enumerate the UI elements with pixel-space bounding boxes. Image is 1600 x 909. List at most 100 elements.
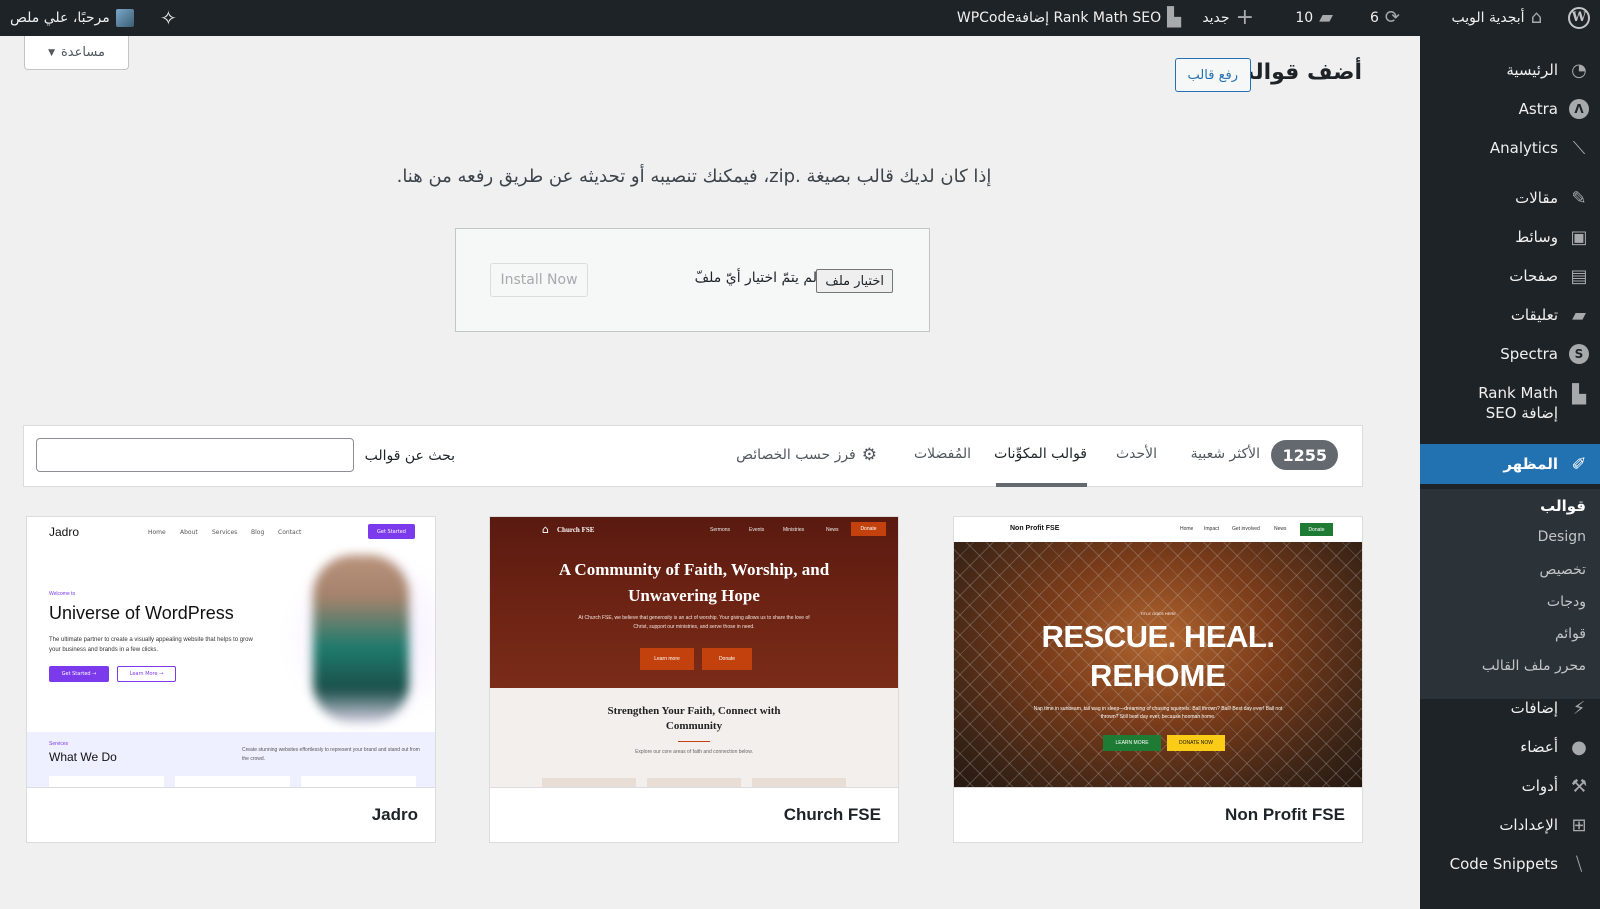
church-nav-sermons: Sermons (710, 527, 731, 533)
np-body: Nap time in sunbeam, tail wag in sleep—d… (1033, 706, 1283, 720)
church-learn-more: Learn more (640, 648, 694, 670)
theme-name: Jadro (27, 787, 435, 842)
sidebar-item-astra[interactable]: Λ Astra (1420, 97, 1600, 121)
np-site-title: Non Profit FSE (1010, 525, 1060, 532)
spectra-icon: S (1568, 343, 1590, 365)
np-donate-now: DONATE NOW (1167, 735, 1225, 751)
rankmath-icon: ▙ (1572, 383, 1586, 405)
jadro-body: The ultimate partner to create a visuall… (49, 637, 253, 653)
admin-bar-account[interactable]: مرحبًا، علي ملص (10, 0, 134, 36)
main-content: مساعدة ▼ أضف قوالب رفع قالب إذا كان لديك … (0, 36, 1388, 909)
settings-icon: ⊞ (1571, 814, 1587, 836)
tab-favorites[interactable]: المُفضلات (914, 446, 971, 462)
church-donate-button: Donate (851, 522, 886, 536)
current-tab-indicator (996, 483, 1087, 487)
help-tab-button[interactable]: مساعدة ▼ (24, 36, 129, 70)
sidebar-item-dashboard[interactable]: ◔ الرئيسية (1420, 58, 1600, 82)
no-file-text: لم يتمّ اختيار أيّ ملفّ (694, 270, 817, 286)
submenu-widgets[interactable]: ودجات (1547, 594, 1586, 610)
sidebar-item-posts[interactable]: ✎ مقالات (1420, 186, 1600, 210)
sidebar-item-pages[interactable]: ▤ صفحات (1420, 264, 1600, 288)
sidebar-item-settings[interactable]: ⊞ الإعدادات (1420, 813, 1600, 837)
jadro-services-title: What We Do (49, 750, 117, 764)
admin-bar-new[interactable]: + جديد (1202, 0, 1254, 36)
ai-sparkle-icon[interactable]: ✧ (160, 0, 177, 36)
choose-file-button[interactable]: اختيار ملف (816, 269, 893, 293)
pages-icon: ▤ (1570, 265, 1588, 287)
np-learn-more: LEARN MORE (1103, 735, 1161, 751)
jadro-kicker: Welcome to (49, 591, 76, 597)
comments-icon: ▰ (1572, 304, 1586, 326)
jadro-nav-about: About (180, 529, 198, 536)
sidebar-item-comments[interactable]: ▰ تعليقات (1420, 303, 1600, 327)
sidebar-item-rank-math[interactable]: ▙ Rank Math إضافة SEO (1420, 381, 1600, 425)
church-nav-news: News (826, 527, 839, 533)
church-nav-ministries: Ministries (783, 527, 805, 533)
church-headline: A Community of Faith, Worship, and Unwav… (558, 560, 830, 605)
feature-filter-button[interactable]: ⚙ فرز حسب الخصائص (736, 445, 877, 465)
greeting: مرحبًا، علي ملص (10, 10, 110, 26)
sidebar-item-spectra[interactable]: S Spectra (1420, 342, 1600, 366)
np-nav-get-involved: Get involved (1232, 526, 1260, 532)
church-section-title: Strengthen Your Faith, Connect with Comm… (607, 705, 781, 732)
search-input[interactable] (36, 438, 354, 472)
jadro-nav-contact: Contact (278, 529, 302, 536)
appearance-submenu: قوالب Design تخصيص ودجات قوائم محرر ملف … (1420, 489, 1600, 699)
tab-block-themes[interactable]: قوالب المكوِّنات (994, 446, 1087, 462)
jadro-nav-home: Home (148, 529, 166, 536)
page-title: أضف قوالب (1232, 60, 1362, 85)
upload-theme-button[interactable]: رفع قالب (1174, 58, 1251, 92)
media-icon: ▣ (1570, 226, 1588, 248)
sidebar-item-appearance[interactable]: ✐ المظهر (1420, 444, 1600, 484)
jadro-logo: Jadro (49, 525, 80, 539)
church-home-icon: ⌂ (542, 523, 549, 536)
submenu-theme-file-editor[interactable]: محرر ملف القالب (1482, 658, 1586, 674)
wpcode-label: WPCode (956, 10, 1015, 26)
submenu-customize[interactable]: تخصيص (1540, 562, 1586, 578)
astra-icon: Λ (1568, 98, 1590, 120)
np-headline-2: REHOME (1089, 658, 1227, 693)
theme-card-jadro[interactable]: Jadro Home About Services Blog Contact G… (26, 516, 436, 843)
updates-count: 6 (1369, 10, 1379, 26)
theme-name: Church FSE (490, 787, 898, 842)
np-nav-news: News (1274, 526, 1287, 532)
admin-bar-updates[interactable]: ⟳ 6 (1370, 0, 1400, 36)
admin-bar-site[interactable]: ⌂ أبجدية الويب (1452, 0, 1543, 36)
theme-count-badge: 1255 (1271, 440, 1338, 470)
tools-icon: ⚒ (1570, 775, 1588, 797)
submenu-menus[interactable]: قوائم (1555, 626, 1586, 642)
sidebar-item-tools[interactable]: ⚒ أدوات (1420, 774, 1600, 798)
submenu-themes[interactable]: قوالب (1540, 497, 1586, 515)
tab-latest[interactable]: الأحدث (1116, 446, 1157, 462)
sidebar-item-users[interactable]: ● أعضاء (1420, 735, 1600, 759)
install-now-button[interactable]: Install Now (490, 263, 588, 297)
theme-card-church-fse[interactable]: ⌂ Church FSE Sermons Events Ministries N… (489, 516, 899, 843)
theme-screenshot: ⌂ Church FSE Sermons Events Ministries N… (490, 517, 898, 788)
sidebar-item-analytics[interactable]: ⟋ Analytics (1420, 136, 1600, 160)
rankmath-bar-icon: ▙ (1167, 7, 1181, 28)
jadro-get-started-button: Get Started → (49, 666, 109, 682)
admin-bar-wpcode[interactable]: WPCode (957, 0, 1015, 36)
upload-form: اختيار ملف لم يتمّ اختيار أيّ ملفّ Insta… (455, 228, 930, 332)
theme-card-non-profit-fse[interactable]: Non Profit FSE Home Impact Get involved … (953, 516, 1363, 843)
sidebar-item-plugins[interactable]: ⚡ إضافات (1420, 696, 1600, 720)
theme-screenshot: Non Profit FSE Home Impact Get involved … (954, 517, 1362, 788)
sidebar-item-media[interactable]: ▣ وسائط (1420, 225, 1600, 249)
theme-filter-bar: 1255 الأكثر شعبية الأحدث قوالب المكوِّنا… (23, 425, 1363, 487)
plus-icon: + (1235, 5, 1254, 30)
sidebar-item-code-snippets[interactable]: ⧸ Code Snippets (1420, 852, 1600, 876)
jadro-nav-blog: Blog (251, 529, 265, 536)
site-name: أبجدية الويب (1451, 10, 1525, 26)
theme-screenshot: Jadro Home About Services Blog Contact G… (27, 517, 435, 788)
submenu-design[interactable]: Design (1538, 529, 1586, 545)
church-section-sub: Explore our core areas of faith and conn… (635, 749, 753, 755)
tab-popular[interactable]: الأكثر شعبية (1191, 446, 1260, 462)
dashboard-icon: ◔ (1571, 59, 1587, 81)
church-divider (678, 741, 710, 742)
jadro-services-kicker: Services (49, 741, 69, 747)
wordpress-logo-icon[interactable]: W (1568, 0, 1590, 36)
brush-icon: ✐ (1571, 453, 1587, 475)
admin-bar-rank-math[interactable]: ▙ Rank Math SEO إضافة (1015, 0, 1181, 36)
gear-icon: ⚙ (861, 445, 877, 465)
admin-bar-comments[interactable]: ▰ 10 (1295, 0, 1333, 36)
